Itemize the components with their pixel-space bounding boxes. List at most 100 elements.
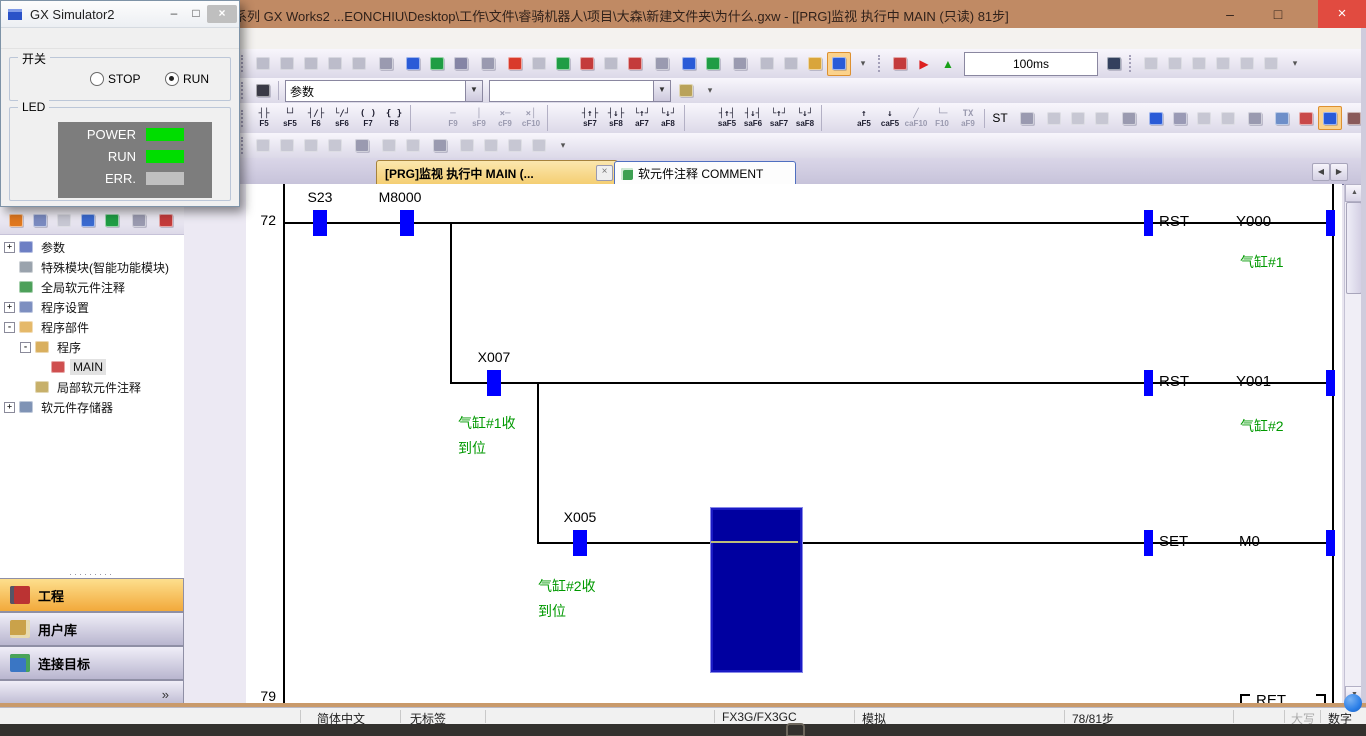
tab-close-icon[interactable]: ×	[596, 165, 613, 181]
device-comment-dev-icon-2[interactable]	[401, 134, 425, 158]
toolbar-grip[interactable]	[1129, 55, 1134, 72]
ladder-symbol-key[interactable]	[547, 105, 574, 131]
comment-display-icon[interactable]	[251, 134, 275, 158]
or-closed-contact-key[interactable]: └/┘sF6	[329, 105, 355, 131]
toolbar-icon[interactable]	[650, 52, 674, 76]
write-to-plc-icon[interactable]	[401, 52, 425, 76]
tree-expand-toggle[interactable]: -	[20, 342, 31, 353]
contact-device-label[interactable]: M8000	[365, 189, 435, 205]
taskbar-app-6[interactable]	[433, 725, 448, 735]
nav-button-user-library[interactable]: 用户库	[0, 612, 184, 646]
close-button[interactable]: ×	[1318, 0, 1366, 28]
tree-item-program[interactable]: - 程序	[0, 337, 183, 357]
sampling-trace-icon-5[interactable]	[1235, 52, 1259, 76]
or-falling-pulse-close-key[interactable]: └↓┘saF8	[792, 105, 818, 131]
statement-edit-icon[interactable]	[1168, 106, 1192, 130]
simulator-icon[interactable]	[827, 52, 851, 76]
sampling-trace-icon-6[interactable]	[1259, 52, 1283, 76]
toolbar-overflow-icon[interactable]: ▾	[698, 79, 722, 103]
text-input-key[interactable]: TXaF9	[955, 105, 981, 131]
step-execution-icon[interactable]	[1102, 52, 1126, 76]
ladder-symbol-key[interactable]	[684, 105, 711, 131]
sim-run-icon[interactable]: ▶	[912, 52, 936, 76]
toolbar-icon[interactable]	[428, 134, 452, 158]
rising-pulse-key[interactable]: ┤↑├sF7	[577, 105, 603, 131]
sampling-trace-icon-2[interactable]	[1163, 52, 1187, 76]
inline-st-icon[interactable]: ST	[988, 106, 1012, 130]
device-batch-monitor-icon[interactable]	[623, 52, 647, 76]
ladder-editor[interactable]: 72 S23 M8000 RST Y000 气缸#1 X007 气缸#1收 到位…	[246, 184, 1342, 703]
taskbar-app-8[interactable]	[575, 725, 590, 735]
toolbar-grip[interactable]	[241, 137, 246, 154]
monitor-start-icon[interactable]	[551, 52, 575, 76]
device-comment-dev-icon-1[interactable]	[377, 134, 401, 158]
device-comment-edit-icon[interactable]	[1144, 106, 1168, 130]
edit-ladder-icon[interactable]	[1042, 106, 1066, 130]
open-contact-key[interactable]: ┤├F5	[251, 105, 277, 131]
tree-toolbar-icon[interactable]	[127, 209, 151, 233]
scan-time-input[interactable]	[964, 52, 1098, 76]
tree-expand-toggle[interactable]: +	[4, 242, 15, 253]
falling-pulse-key[interactable]: ┤↓├sF8	[603, 105, 629, 131]
toolbar-icon[interactable]	[1117, 106, 1141, 130]
toolbar-overflow-icon[interactable]: ▾	[1283, 52, 1307, 76]
tree-expand-toggle[interactable]: -	[4, 322, 15, 333]
taskbar-app-9[interactable]	[646, 725, 661, 735]
vertical-scrollbar[interactable]: ▲ ▼	[1344, 184, 1362, 703]
monitor-stop-icon[interactable]	[575, 52, 599, 76]
taskbar-app-4[interactable]	[291, 725, 306, 735]
note-display-icon[interactable]	[299, 134, 323, 158]
line-branch-key[interactable]: └─F10	[929, 105, 955, 131]
tab-scroll-right-icon[interactable]: ▶	[1330, 163, 1348, 181]
chevron-down-icon[interactable]: ▼	[653, 81, 670, 101]
taskbar-app-10[interactable]	[717, 725, 732, 735]
tree-item-program-setting[interactable]: + 程序设置	[0, 297, 183, 317]
or-open-contact-key[interactable]: └┘sF5	[277, 105, 303, 131]
read-mode-icon[interactable]	[1270, 106, 1294, 130]
contact-s23[interactable]	[313, 210, 327, 236]
ladder-symbol-key[interactable]	[410, 105, 437, 131]
falling-pulse-close-key[interactable]: ┤↓┤saF6	[740, 105, 766, 131]
contact-m8000[interactable]	[400, 210, 414, 236]
tree-expand-toggle[interactable]: +	[4, 302, 15, 313]
tree-expand-toggle[interactable]: +	[4, 402, 15, 413]
toolbar-icon[interactable]	[1243, 106, 1267, 130]
selection-cursor-box[interactable]	[711, 508, 802, 672]
monitor-pause-icon[interactable]	[599, 52, 623, 76]
wrap-comment-icon-3[interactable]	[503, 134, 527, 158]
tab-device-comment[interactable]: 软元件注释 COMMENT	[614, 161, 796, 185]
sim-minimize-button[interactable]: –	[163, 5, 185, 23]
contact-device-label[interactable]: X007	[466, 349, 522, 365]
search-type-combo[interactable]: 参数 ▼	[285, 80, 483, 102]
device-comment[interactable]: 气缸#1	[1240, 252, 1284, 272]
copy-icon[interactable]	[275, 52, 299, 76]
contact-comment-line1[interactable]: 气缸#1收	[458, 413, 516, 433]
toolbar-icon[interactable]	[374, 52, 398, 76]
contact-x005[interactable]	[573, 530, 587, 556]
instruction-device[interactable]: Y001	[1236, 373, 1271, 390]
toolbar-grip[interactable]	[241, 110, 246, 127]
monitor-mode-icon[interactable]	[1318, 106, 1342, 130]
copy-data-icon[interactable]	[28, 209, 52, 233]
taskbar-app-7[interactable]	[504, 725, 519, 735]
window-tile-icon[interactable]	[779, 52, 803, 76]
tab-scroll-left-icon[interactable]: ◀	[1312, 163, 1330, 181]
taskbar-app-2[interactable]	[149, 725, 164, 735]
sim-close-button[interactable]: ×	[207, 5, 237, 23]
redo-icon[interactable]	[347, 52, 371, 76]
cross-reference-icon[interactable]	[674, 79, 698, 103]
ladder-symbol-key[interactable]	[821, 105, 848, 131]
toolbar-icon[interactable]	[350, 134, 374, 158]
or-rising-pulse-key[interactable]: └↑┘aF7	[629, 105, 655, 131]
taskbar-app-12[interactable]	[859, 725, 874, 735]
edit-connect-icon[interactable]	[1066, 106, 1090, 130]
window-switch-icon[interactable]	[803, 52, 827, 76]
tree-item-main[interactable]: MAIN	[0, 357, 183, 377]
vertical-line-key[interactable]: │sF9	[466, 105, 492, 131]
download-icon[interactable]	[503, 52, 527, 76]
nav-button-project[interactable]: 工程	[0, 578, 184, 612]
contact-x007[interactable]	[487, 370, 501, 396]
closed-contact-key[interactable]: ┤/├F6	[303, 105, 329, 131]
note-edit-icon[interactable]	[1192, 106, 1216, 130]
tree-item-pou[interactable]: - 程序部件	[0, 317, 183, 337]
